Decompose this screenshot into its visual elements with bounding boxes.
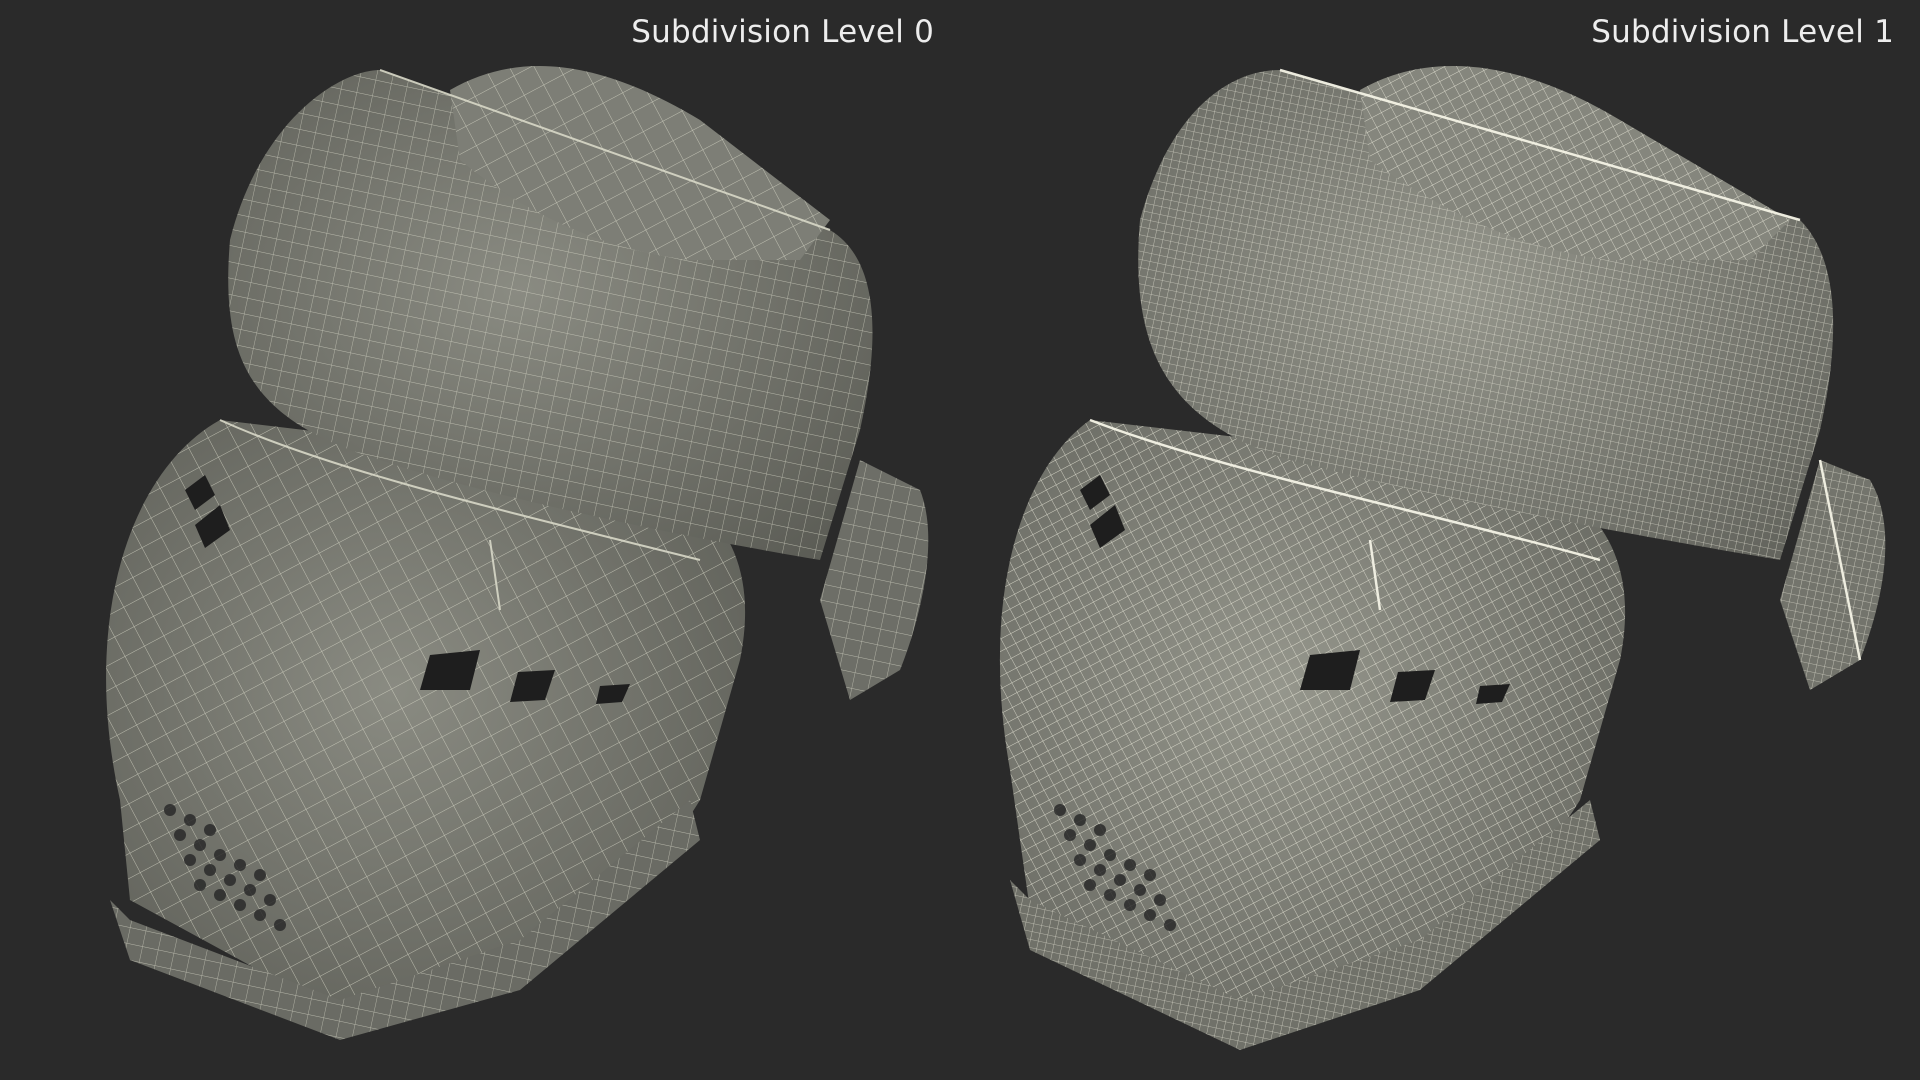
panel-subdivision-level-1: Subdivision Level 1 (960, 0, 1920, 1080)
panel-subdivision-level-0: Subdivision Level 0 (0, 0, 960, 1080)
render-viewport: Subdivision Level 0 Subdivision Level 1 (0, 0, 1920, 1080)
helmet-wireframe-level-0 (106, 66, 929, 1040)
helmet-wireframe-level-1 (999, 66, 1886, 1050)
